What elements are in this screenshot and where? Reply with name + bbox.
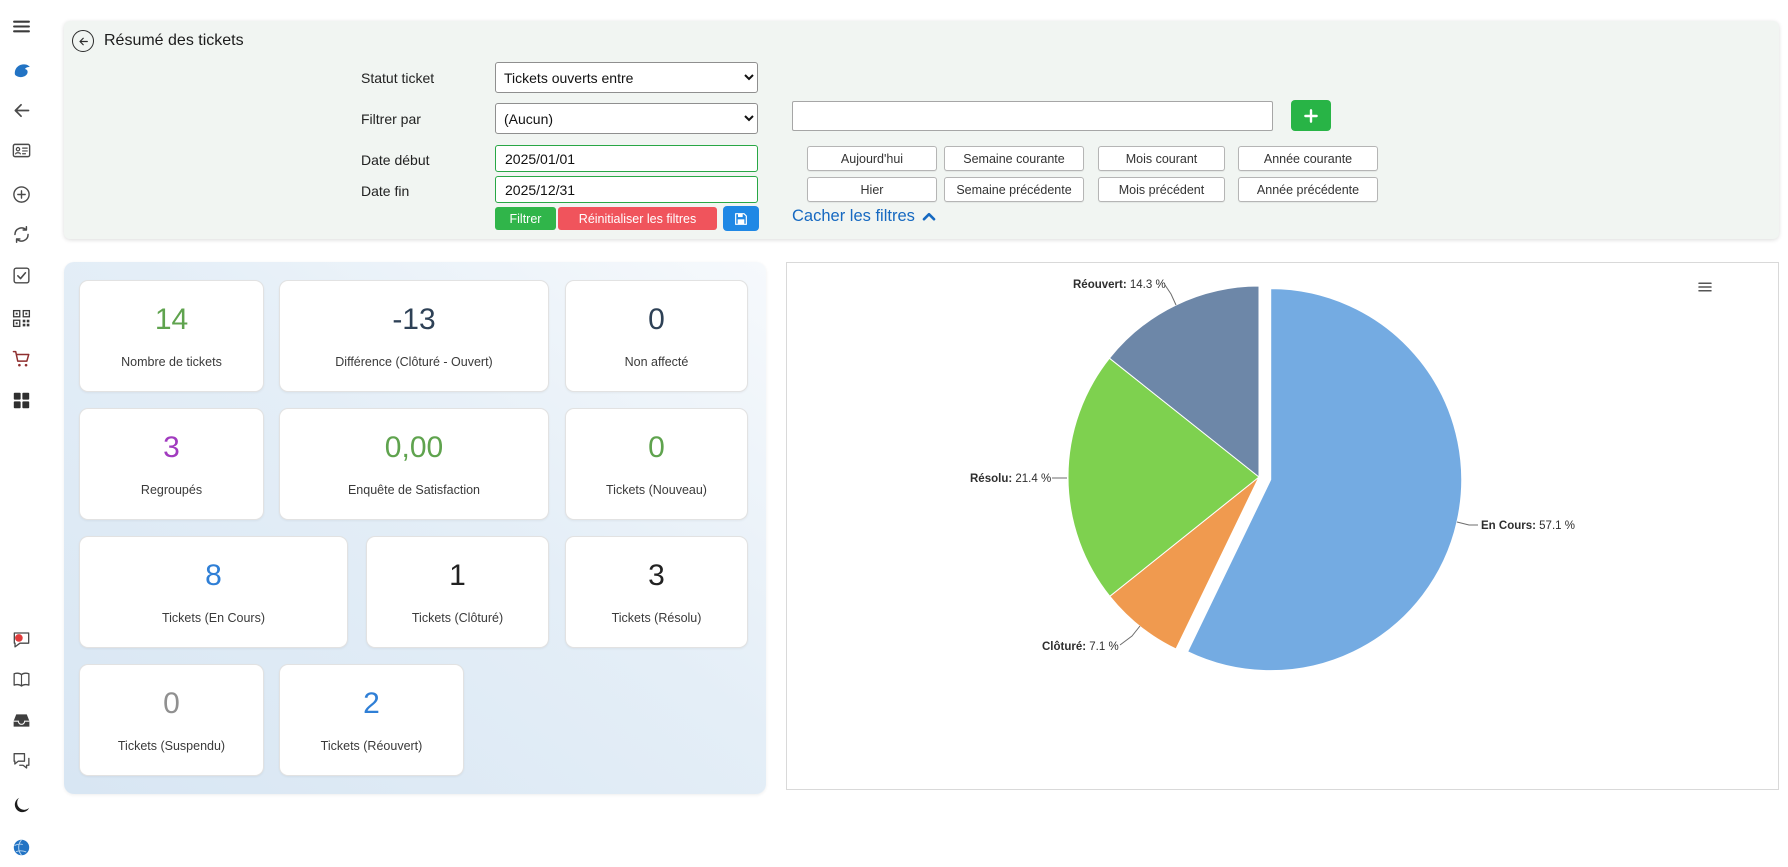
pie-label-connector xyxy=(1120,626,1140,645)
stat-value: 8 xyxy=(80,559,347,593)
pie-data-label: Réouvert: 14.3 % xyxy=(1073,279,1166,291)
stat-card: 0 Tickets (Nouveau) xyxy=(565,408,748,520)
quick-filter-current-week-button[interactable]: Semaine courante xyxy=(944,146,1084,171)
stat-card: 3 Tickets (Résolu) xyxy=(565,536,748,648)
date-debut-input[interactable] xyxy=(495,145,758,172)
stat-card: 8 Tickets (En Cours) xyxy=(79,536,348,648)
quick-filter-today-button[interactable]: Aujourd'hui xyxy=(807,146,937,171)
menu-icon[interactable] xyxy=(10,15,32,37)
date-debut-label: Date début xyxy=(361,152,430,168)
quick-filter-previous-month-button[interactable]: Mois précédent xyxy=(1098,177,1225,202)
hide-filters-link[interactable]: Cacher les filtres xyxy=(792,207,936,226)
pie-data-label: En Cours: 57.1 % xyxy=(1481,520,1575,532)
stat-card: 3 Regroupés xyxy=(79,408,264,520)
dark-mode-moon-icon[interactable] xyxy=(10,794,32,816)
date-fin-input[interactable] xyxy=(495,176,758,203)
sidebar xyxy=(0,0,41,867)
stat-card: 1 Tickets (Clôturé) xyxy=(366,536,549,648)
stat-label: Tickets (En Cours) xyxy=(80,611,347,625)
page-title: Résumé des tickets xyxy=(104,32,244,50)
stat-card: 0 Non affecté xyxy=(565,280,748,392)
stat-label: Tickets (Nouveau) xyxy=(566,483,747,497)
qr-code-icon[interactable] xyxy=(10,307,32,329)
stat-label: Tickets (Résolu) xyxy=(566,611,747,625)
stat-value: 0 xyxy=(566,431,747,465)
chart-context-menu-button[interactable] xyxy=(1694,277,1716,297)
plus-icon xyxy=(1302,107,1320,125)
save-floppy-icon xyxy=(733,211,749,227)
save-filter-button[interactable] xyxy=(723,206,759,231)
statut-ticket-select[interactable]: Tickets ouverts entre xyxy=(495,62,758,93)
plus-circle-icon[interactable] xyxy=(10,183,32,205)
statut-ticket-label: Statut ticket xyxy=(361,70,434,86)
filtrer-button[interactable]: Filtrer xyxy=(495,207,556,230)
task-check-icon[interactable] xyxy=(10,264,32,286)
stat-card: -13 Différence (Clôturé - Ouvert) xyxy=(279,280,549,392)
pie-label-connector xyxy=(1457,522,1478,525)
stat-card: 0 Tickets (Suspendu) xyxy=(79,664,264,776)
add-filter-button[interactable] xyxy=(1291,100,1331,131)
stat-value: 3 xyxy=(566,559,747,593)
back-icon[interactable] xyxy=(10,99,32,121)
messages-icon[interactable] xyxy=(10,749,32,771)
quick-filter-current-month-button[interactable]: Mois courant xyxy=(1098,146,1225,171)
stat-label: Nombre de tickets xyxy=(80,355,263,369)
hide-filters-label: Cacher les filtres xyxy=(792,207,915,226)
book-icon[interactable] xyxy=(10,668,32,690)
stat-label: Non affecté xyxy=(566,355,747,369)
app-logo-icon[interactable] xyxy=(10,59,32,81)
stat-label: Différence (Clôturé - Ouvert) xyxy=(280,355,548,369)
apps-grid-icon[interactable] xyxy=(10,389,32,411)
date-fin-label: Date fin xyxy=(361,183,409,199)
stat-value: -13 xyxy=(280,303,548,337)
pie-label-connector xyxy=(1165,285,1176,305)
quick-filter-current-year-button[interactable]: Année courante xyxy=(1238,146,1378,171)
stat-card: 2 Tickets (Réouvert) xyxy=(279,664,464,776)
sync-icon[interactable] xyxy=(10,223,32,245)
quick-filter-yesterday-button[interactable]: Hier xyxy=(807,177,937,202)
pie-data-label: Résolu: 21.4 % xyxy=(970,473,1051,485)
stat-value: 0,00 xyxy=(280,431,548,465)
cart-icon[interactable] xyxy=(10,347,32,369)
quick-filter-previous-year-button[interactable]: Année précédente xyxy=(1238,177,1378,202)
stat-value: 14 xyxy=(80,303,263,337)
stat-label: Tickets (Suspendu) xyxy=(80,739,263,753)
stat-value: 0 xyxy=(80,687,263,721)
pie-data-label: Clôturé: 7.1 % xyxy=(1042,641,1119,653)
quick-row-1: Aujourd'hui Semaine courante Mois courant A… xyxy=(807,146,1378,171)
stat-card: 0,00 Enquête de Satisfaction xyxy=(279,408,549,520)
back-arrow-icon xyxy=(77,35,90,48)
filtrer-par-label: Filtrer par xyxy=(361,111,421,127)
stats-panel: 14 Nombre de tickets -13 Différence (Clôtur… xyxy=(64,262,766,794)
stat-label: Tickets (Clôturé) xyxy=(367,611,548,625)
stat-value: 0 xyxy=(566,303,747,337)
chart-panel: En Cours: 57.1 % Clôturé: 7.1 % Résolu: 21… xyxy=(786,262,1779,790)
stat-card: 14 Nombre de tickets xyxy=(79,280,264,392)
chevron-up-icon xyxy=(922,212,936,221)
filtrer-par-select[interactable]: (Aucun) xyxy=(495,103,758,134)
stat-value: 3 xyxy=(80,431,263,465)
inbox-icon[interactable] xyxy=(10,709,32,731)
stat-label: Tickets (Réouvert) xyxy=(280,739,463,753)
stat-label: Regroupés xyxy=(80,483,263,497)
reset-filters-button[interactable]: Réinitialiser les filtres xyxy=(558,207,717,230)
chat-notification-icon[interactable] xyxy=(10,628,32,650)
filter-value-input[interactable] xyxy=(792,101,1273,131)
filter-panel: Résumé des tickets Statut ticket Tickets… xyxy=(64,21,1779,239)
stat-value: 2 xyxy=(280,687,463,721)
id-card-icon[interactable] xyxy=(10,139,32,161)
globe-icon[interactable] xyxy=(10,836,32,858)
pie-chart: En Cours: 57.1 % Clôturé: 7.1 % Résolu: 21… xyxy=(787,263,1778,789)
stat-label: Enquête de Satisfaction xyxy=(280,483,548,497)
chart-menu-icon xyxy=(1696,278,1714,296)
quick-filter-previous-week-button[interactable]: Semaine précédente xyxy=(944,177,1084,202)
quick-row-2: Hier Semaine précédente Mois précédent Anné… xyxy=(807,177,1378,202)
back-button[interactable] xyxy=(72,30,94,52)
stat-value: 1 xyxy=(367,559,548,593)
